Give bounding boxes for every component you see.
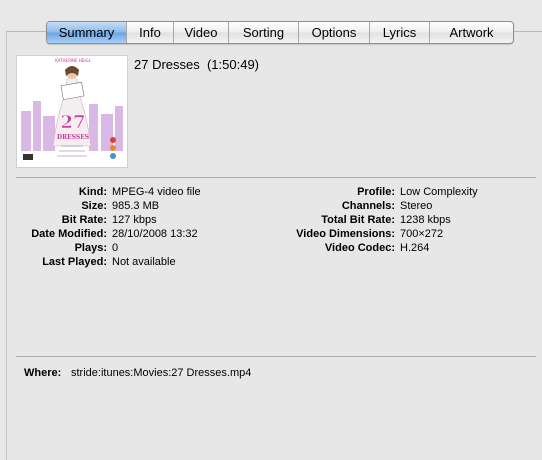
where-path[interactable]: stride:itunes:Movies:27 Dresses.mp4 [71,367,251,379]
field-label-date-modified: Date Modified: [31,228,107,240]
field-value-video-dimensions: 700×272 [400,228,444,240]
where-label: Where: [24,367,62,379]
field-value-last-played: Not available [112,256,176,268]
field-value-profile: Low Complexity [400,186,478,198]
field-value-total-bitrate: 1238 kbps [400,214,451,226]
tab-options[interactable]: Options [299,22,370,43]
field-value-size: 985.3 MB [112,200,160,212]
tab-bar: Summary Info Video Sorting Options Lyric… [46,21,514,44]
divider-bottom [16,356,536,357]
field-label-profile: Profile: [357,186,395,198]
tab-sorting[interactable]: Sorting [229,22,299,43]
tab-lyrics[interactable]: Lyrics [370,22,430,43]
artwork-word: DRESSES [57,134,89,141]
field-value-kind: MPEG-4 video file [112,186,201,198]
field-label-bitrate: Bit Rate: [61,214,107,226]
tab-info[interactable]: Info [127,22,174,43]
field-value-plays: 0 [112,242,119,254]
tab-summary[interactable]: Summary [47,22,127,43]
field-value-date-modified: 28/10/2008 13:32 [112,228,198,240]
field-label-plays: Plays: [74,242,107,254]
field-label-kind: Kind: [78,186,107,198]
field-label-size: Size: [81,200,107,212]
artwork-number: 27 [60,112,85,133]
field-value-channels: Stereo [400,200,433,212]
field-label-video-dimensions: Video Dimensions: [296,228,395,240]
field-label-channels: Channels: [341,200,395,212]
tab-artwork[interactable]: Artwork [430,22,513,43]
tab-video[interactable]: Video [174,22,229,43]
field-value-video-codec: H.264 [400,242,430,254]
artwork-thumbnail: 27 DRESSES KATHERINE HEIGL [16,55,128,168]
location-section: Where: stride:itunes:Movies:27 Dresses.m… [16,358,536,454]
artwork-top-text: KATHERINE HEIGL [55,58,92,63]
field-label-last-played: Last Played: [42,256,107,268]
title-duration: 27 Dresses (1:50:49) [134,57,260,72]
field-value-bitrate: 127 kbps [112,214,157,226]
field-label-total-bitrate: Total Bit Rate: [321,214,395,226]
field-label-video-codec: Video Codec: [324,242,395,254]
divider-top [16,177,536,178]
